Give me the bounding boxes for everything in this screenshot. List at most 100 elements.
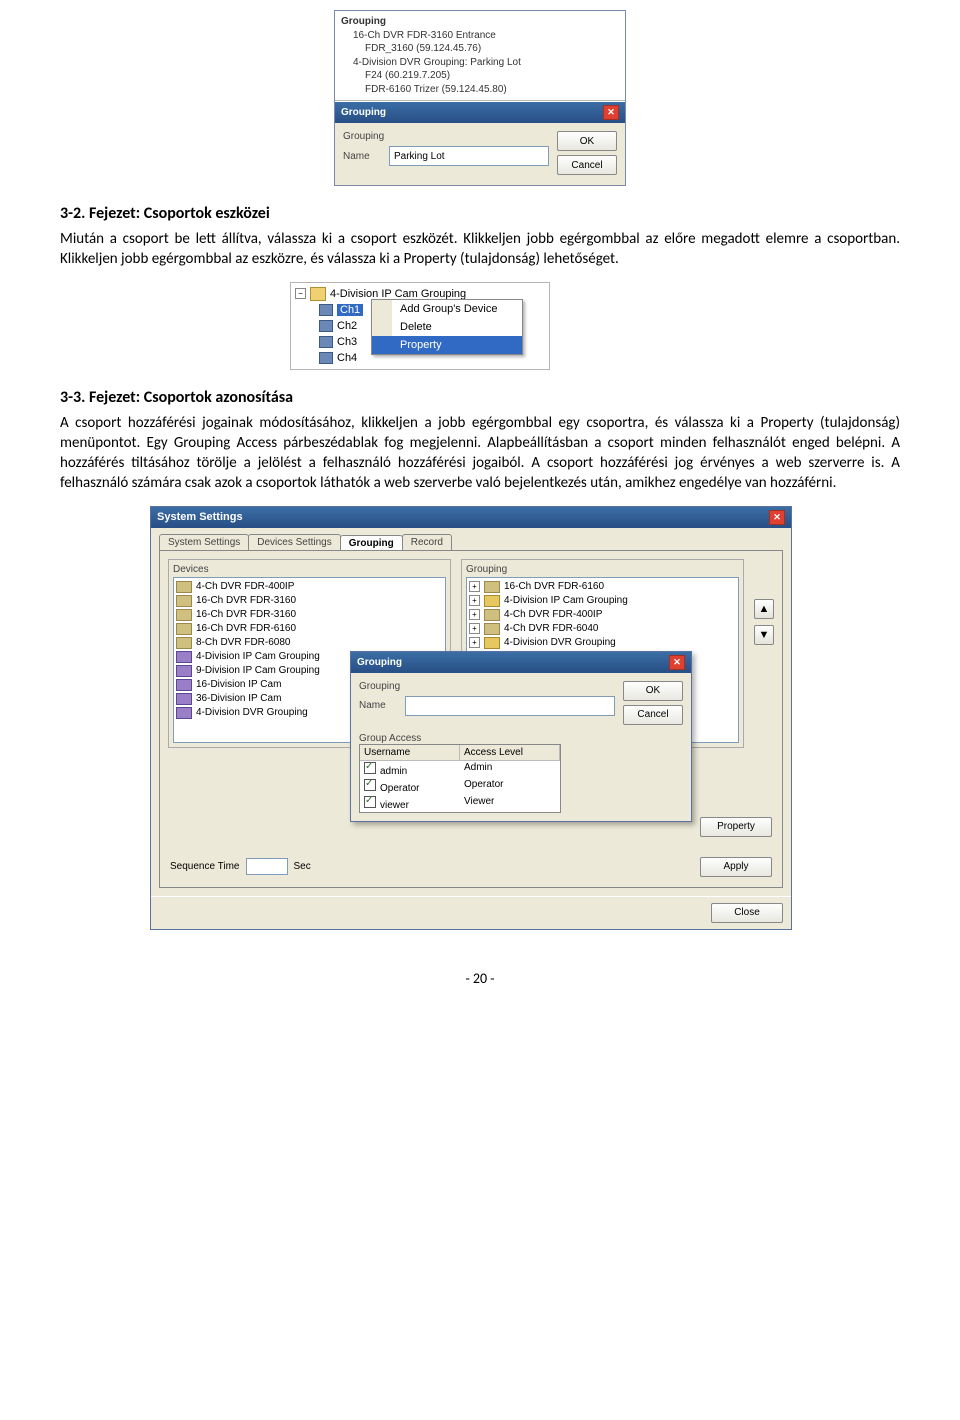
devices-panel-title: Devices <box>173 564 446 575</box>
expand-icon[interactable]: + <box>469 581 480 592</box>
sequence-time-spinner[interactable] <box>246 858 288 875</box>
screenshot-2: − 4-Division IP Cam Grouping Ch1 Ch2 Ch3 <box>290 282 550 370</box>
grouping-label: Grouping <box>359 681 405 692</box>
device-label: 4-Division DVR Grouping <box>196 707 308 718</box>
tab-record[interactable]: Record <box>402 534 452 550</box>
group-label: 4-Ch DVR FDR-6040 <box>504 623 598 634</box>
list-item[interactable]: +4-Ch DVR FDR-6040 <box>469 622 736 636</box>
table-row[interactable]: Operator Operator <box>360 778 560 795</box>
device-icon <box>484 609 500 621</box>
close-button[interactable]: Close <box>711 903 783 923</box>
paragraph-3-3: A csoport hozzáférési jogainak módosítás… <box>60 413 900 494</box>
group-label: 4-Ch DVR FDR-400IP <box>504 609 602 620</box>
grouping-panel-title: Grouping <box>466 564 739 575</box>
move-up-button[interactable]: ▲ <box>754 599 774 619</box>
expand-icon[interactable]: + <box>469 595 480 606</box>
name-input[interactable] <box>389 146 549 166</box>
checkbox-icon[interactable] <box>364 762 376 774</box>
tree-node: FDR_3160 (59.124.45.76) <box>341 42 619 56</box>
grouping-label: Grouping <box>343 131 389 142</box>
move-down-button[interactable]: ▼ <box>754 625 774 645</box>
device-label: 16-Ch DVR FDR-3160 <box>196 595 296 606</box>
list-item[interactable]: +4-Division IP Cam Grouping <box>469 594 736 608</box>
grouping-dialog: Grouping ✕ Grouping Name OK <box>335 101 625 185</box>
menu-delete[interactable]: Delete <box>372 318 522 336</box>
group-label: 16-Ch DVR FDR-6160 <box>504 581 604 592</box>
channel-selected: Ch1 <box>337 304 363 316</box>
device-icon <box>176 581 192 593</box>
channel-label: Ch4 <box>337 352 357 364</box>
group-icon <box>484 637 500 649</box>
tab-content: Devices 4-Ch DVR FDR-400IP 16-Ch DVR FDR… <box>159 550 783 888</box>
screenshot-3-system-settings: System Settings ✕ System Settings Device… <box>150 506 792 930</box>
list-item[interactable]: +4-Ch DVR FDR-400IP <box>469 608 736 622</box>
list-item[interactable]: +4-Division DVR Grouping <box>469 636 736 650</box>
group-access-table: Username Access Level admin Admin Operat… <box>359 744 561 813</box>
expand-icon[interactable]: + <box>469 609 480 620</box>
apply-button[interactable]: Apply <box>700 857 772 877</box>
expand-icon[interactable]: + <box>469 637 480 648</box>
level-cell: Viewer <box>460 795 560 812</box>
name-input[interactable] <box>405 696 615 716</box>
table-row[interactable]: admin Admin <box>360 761 560 778</box>
window-titlebar: System Settings ✕ <box>151 507 791 528</box>
close-icon[interactable]: ✕ <box>669 655 685 670</box>
username-cell: Operator <box>380 783 419 794</box>
dialog-titlebar: Grouping ✕ <box>351 652 691 673</box>
page-number: - 20 - <box>60 970 900 987</box>
window-title: System Settings <box>157 511 243 523</box>
tab-grouping[interactable]: Grouping <box>340 535 403 551</box>
property-button[interactable]: Property <box>700 817 772 837</box>
camera-icon <box>319 320 333 332</box>
tree-node: 4-Division DVR Grouping: Parking Lot <box>341 56 619 70</box>
tree-view: − 4-Division IP Cam Grouping Ch1 Ch2 Ch3 <box>290 282 550 370</box>
username-cell: viewer <box>380 800 409 811</box>
level-cell: Operator <box>460 778 560 795</box>
heading-3-2: 3-2. Fejezet: Csoportok eszközei <box>60 204 900 223</box>
tree-node: 16-Ch DVR FDR-3160 Entrance <box>341 29 619 43</box>
device-label: 8-Ch DVR FDR-6080 <box>196 637 290 648</box>
tab-devices-settings[interactable]: Devices Settings <box>248 534 340 550</box>
channel-label: Ch2 <box>337 320 357 332</box>
tree-node: FDR-6160 Trizer (59.124.45.80) <box>341 83 619 97</box>
sequence-unit-label: Sec <box>294 861 311 872</box>
context-menu: Add Group's Device Delete Property <box>371 299 523 355</box>
tree-node: F24 (60.219.7.205) <box>341 69 619 83</box>
expand-icon[interactable]: + <box>469 623 480 634</box>
close-icon[interactable]: ✕ <box>769 510 785 525</box>
close-icon[interactable]: ✕ <box>603 105 619 120</box>
checkbox-icon[interactable] <box>364 779 376 791</box>
camera-icon <box>319 304 333 316</box>
collapse-icon[interactable]: − <box>295 288 306 299</box>
list-item[interactable]: 16-Ch DVR FDR-3160 <box>176 594 443 608</box>
device-icon <box>176 637 192 649</box>
checkbox-icon[interactable] <box>364 796 376 808</box>
cancel-button[interactable]: Cancel <box>623 705 683 725</box>
menu-property[interactable]: Property <box>372 336 522 354</box>
group-icon <box>484 595 500 607</box>
group-icon <box>176 679 192 691</box>
level-cell: Admin <box>460 761 560 778</box>
list-item[interactable]: 4-Ch DVR FDR-400IP <box>176 580 443 594</box>
device-label: 16-Ch DVR FDR-3160 <box>196 609 296 620</box>
device-label: 36-Division IP Cam <box>196 693 281 704</box>
table-row[interactable]: viewer Viewer <box>360 795 560 812</box>
ok-button[interactable]: OK <box>623 681 683 701</box>
ok-button[interactable]: OK <box>557 131 617 151</box>
tab-system-settings[interactable]: System Settings <box>159 534 249 550</box>
group-access-label: Group Access <box>359 733 683 744</box>
tab-bar: System Settings Devices Settings Groupin… <box>151 528 791 550</box>
list-item[interactable]: +16-Ch DVR FDR-6160 <box>469 580 736 594</box>
sequence-time-label: Sequence Time <box>170 861 240 872</box>
dialog-title: Grouping <box>341 107 386 118</box>
device-label: 4-Division IP Cam Grouping <box>196 651 320 662</box>
figure-grouping-dialog: Grouping 16-Ch DVR FDR-3160 Entrance FDR… <box>60 10 900 186</box>
menu-add-device[interactable]: Add Group's Device <box>372 300 522 318</box>
list-item[interactable]: 16-Ch DVR FDR-3160 <box>176 608 443 622</box>
cancel-button[interactable]: Cancel <box>557 155 617 175</box>
list-item[interactable]: 16-Ch DVR FDR-6160 <box>176 622 443 636</box>
paragraph-3-2: Miután a csoport be lett állítva, válass… <box>60 229 900 270</box>
list-item[interactable]: 8-Ch DVR FDR-6080 <box>176 636 443 650</box>
name-label: Name <box>359 700 405 711</box>
group-icon <box>176 693 192 705</box>
